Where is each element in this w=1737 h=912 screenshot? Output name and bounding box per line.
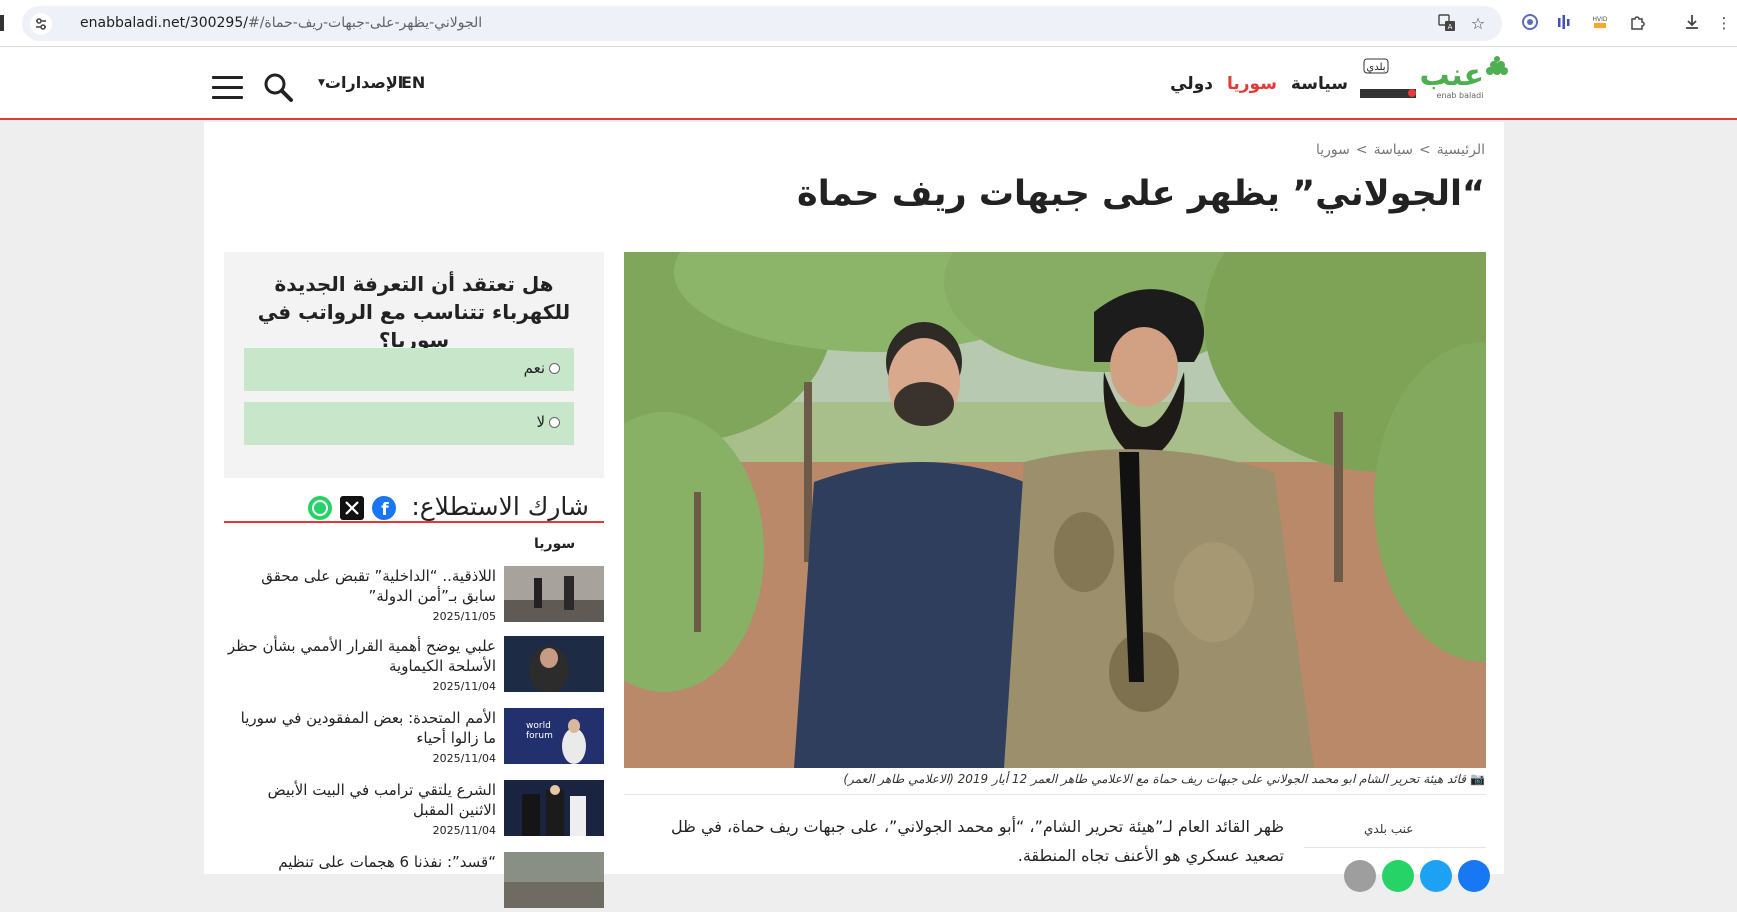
extension-audio-icon[interactable] — [1554, 13, 1574, 33]
radio-button[interactable] — [549, 363, 560, 374]
search-icon[interactable] — [262, 71, 294, 103]
logo-text: عنب — [1420, 58, 1485, 93]
tab-edge — [0, 15, 4, 31]
news-date: 2025/11/04 — [432, 752, 496, 765]
download-icon[interactable] — [1682, 13, 1702, 33]
news-section-title[interactable]: سوريا — [534, 536, 575, 552]
poll-option-label: نعم — [523, 359, 545, 377]
news-item[interactable]: الشرع يلتقي ترامب في البيت الأبيض الاثني… — [224, 780, 604, 840]
menu-kebab-icon[interactable]: ⋮ — [1714, 13, 1734, 33]
poll-option-yes[interactable]: نعم — [244, 348, 574, 391]
main-nav: سياسة سوريا دولي — [1170, 74, 1348, 94]
breadcrumb-politics[interactable]: سياسة — [1374, 142, 1413, 158]
poll-widget: هل تعتقد أن التعرفة الجديدة للكهرباء تتن… — [224, 252, 604, 478]
site-header: الإصدارات▼ EN سياسة سوريا دولي عنب بلدي … — [0, 47, 1737, 120]
caret-down-icon: ▼ — [318, 78, 325, 88]
url-domain: enabbaladi.net/300295/ — [80, 15, 248, 31]
content-container: الرئيسية > سياسة > سوريا “الجولاني” يظهر… — [204, 122, 1504, 908]
news-thumbnail[interactable]: world forum — [504, 708, 604, 764]
photo-caption: 📷قائد هيئة تحرير الشام ابو محمد الجولاني… — [843, 772, 1485, 786]
camera-icon: 📷 — [1470, 772, 1485, 786]
news-title[interactable]: علبي يوضح أهمية القرار الأممي بشأن حظر ا… — [226, 636, 496, 676]
article-share-buttons — [1344, 860, 1490, 892]
divider — [1304, 847, 1486, 848]
extension-vpn-icon[interactable] — [1520, 13, 1540, 33]
news-thumbnail[interactable] — [504, 780, 604, 836]
site-logo[interactable]: عنب بلدي enab baladi — [1360, 53, 1508, 103]
bookmark-star-icon[interactable]: ☆ — [1468, 14, 1488, 34]
article-title: “الجولاني” يظهر على جبهات ريف حماة — [797, 174, 1485, 214]
share-poll-label: شارك الاستطلاع: — [411, 492, 589, 521]
site-info-icon[interactable] — [30, 13, 52, 35]
whatsapp-icon[interactable] — [308, 496, 332, 520]
radio-button[interactable] — [549, 417, 560, 428]
svg-text:HVID: HVID — [1592, 16, 1607, 23]
news-title[interactable]: اللاذقية.. “الداخلية” تقبض على محقق سابق… — [226, 566, 496, 606]
address-bar[interactable]: enabbaladi.net/300295/#/الجولاني-يظهر-عل… — [22, 6, 1502, 41]
breadcrumb-sep: > — [1419, 142, 1431, 158]
share-twitter-icon[interactable] — [1420, 860, 1452, 892]
breadcrumb-home[interactable]: الرئيسية — [1437, 142, 1485, 158]
translate-icon[interactable]: A — [1437, 14, 1457, 34]
poll-option-label: لا — [536, 413, 545, 431]
svg-text:A: A — [1448, 23, 1453, 31]
extensions-puzzle-icon[interactable] — [1628, 13, 1648, 33]
share-facebook-icon[interactable] — [1458, 860, 1490, 892]
news-item[interactable]: اللاذقية.. “الداخلية” تقبض على محقق سابق… — [224, 566, 604, 626]
share-whatsapp-icon[interactable] — [1382, 860, 1414, 892]
news-item[interactable]: “قسد”: نفذنا 6 هجمات على تنظيم — [224, 852, 604, 912]
issues-dropdown[interactable]: الإصدارات▼ — [318, 73, 403, 92]
article-body: ظهر القائد العام لـ”هيئة تحرير الشام”، “… — [671, 817, 1284, 865]
x-twitter-icon[interactable] — [340, 496, 364, 520]
news-title[interactable]: الشرع يلتقي ترامب في البيت الأبيض الاثني… — [226, 780, 496, 820]
news-thumbnail[interactable] — [504, 636, 604, 692]
news-item[interactable]: world forum الأمم المتحدة: بعض المفقودين … — [224, 708, 604, 768]
news-title[interactable]: “قسد”: نفذنا 6 هجمات على تنظيم — [226, 852, 496, 872]
caption-text: قائد هيئة تحرير الشام ابو محمد الجولاني … — [843, 772, 1467, 786]
extension-video-icon[interactable]: HVID — [1590, 13, 1610, 33]
article-photo[interactable] — [624, 252, 1486, 768]
divider — [624, 794, 1486, 795]
svg-text:f: f — [381, 500, 389, 520]
news-date: 2025/11/05 — [432, 610, 496, 623]
hamburger-menu-icon[interactable] — [212, 76, 243, 99]
news-thumbnail[interactable] — [504, 852, 604, 908]
poll-option-no[interactable]: لا — [244, 402, 574, 445]
breadcrumb-sep: > — [1355, 142, 1368, 158]
logo-grape-icon — [1486, 56, 1508, 75]
logo-sub: بلدي — [1366, 62, 1385, 73]
nav-syria[interactable]: سوريا — [1227, 74, 1277, 94]
news-item[interactable]: علبي يوضح أهمية القرار الأممي بشأن حظر ا… — [224, 636, 604, 696]
news-title[interactable]: الأمم المتحدة: بعض المفقودين في سوريا ما… — [226, 708, 496, 748]
article-author[interactable]: عنب بلدي — [1364, 822, 1413, 836]
logo-latin: enab baladi — [1437, 91, 1484, 100]
news-date: 2025/11/04 — [432, 824, 496, 837]
url-path: #/الجولاني-يظهر-على-جبهات-ريف-حماة — [247, 15, 483, 31]
url-text[interactable]: enabbaladi.net/300295/#/الجولاني-يظهر-عل… — [80, 15, 482, 31]
browser-toolbar: enabbaladi.net/300295/#/الجولاني-يظهر-عل… — [0, 0, 1737, 47]
poll-question: هل تعتقد أن التعرفة الجديدة للكهرباء تتن… — [257, 272, 571, 352]
share-poll-icons: f — [308, 496, 396, 520]
svg-text:world: world — [526, 721, 551, 731]
news-date: 2025/11/04 — [432, 680, 496, 693]
language-switch-link[interactable]: EN — [401, 73, 425, 92]
breadcrumb-syria[interactable]: سوريا — [1316, 142, 1350, 158]
share-poll-bar: شارك الاستطلاع: f — [224, 492, 604, 523]
breadcrumb: الرئيسية > سياسة > سوريا — [1316, 142, 1485, 158]
facebook-icon[interactable]: f — [372, 496, 396, 520]
news-thumbnail[interactable] — [504, 566, 604, 622]
issues-label: الإصدارات — [324, 73, 404, 92]
nav-politics[interactable]: سياسة — [1291, 74, 1348, 94]
svg-text:forum: forum — [526, 731, 553, 741]
nav-international[interactable]: دولي — [1170, 74, 1213, 94]
share-print-icon[interactable] — [1344, 860, 1376, 892]
